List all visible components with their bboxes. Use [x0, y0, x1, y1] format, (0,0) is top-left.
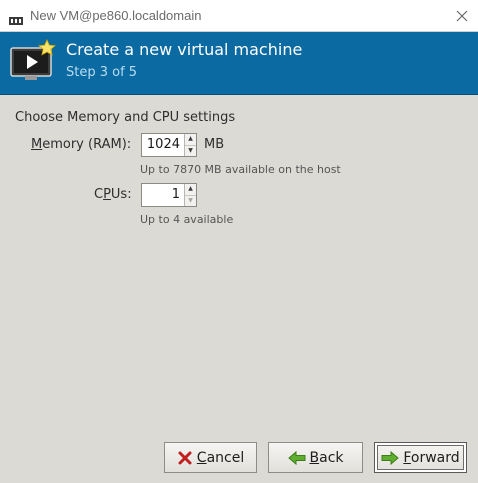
red-x-icon [177, 450, 193, 466]
memory-increment-icon[interactable]: ▲ [185, 134, 196, 146]
close-icon [456, 7, 468, 26]
memory-spinbox[interactable]: 1024 ▲ ▼ [141, 133, 197, 157]
window-titlebar: New VM@pe860.localdomain [0, 0, 478, 32]
memory-unit: MB [204, 137, 225, 152]
memory-label-text: emory (RAM): [42, 137, 132, 152]
cpus-spinbox[interactable]: 1 ▲ ▼ [141, 183, 197, 207]
back-label: Back [310, 450, 344, 466]
cancel-text: ancel [206, 449, 245, 466]
cpus-decrement-icon[interactable]: ▼ [185, 196, 196, 207]
forward-label: Forward [403, 450, 459, 466]
window-title: New VM@pe860.localdomain [30, 8, 202, 23]
cancel-mnemonic: C [196, 449, 207, 466]
memory-value[interactable]: 1024 [142, 134, 184, 156]
section-heading: Choose Memory and CPU settings [15, 110, 236, 125]
cpus-spin-arrows: ▲ ▼ [184, 184, 196, 206]
wizard-header: Create a new virtual machine Step 3 of 5 [0, 32, 478, 95]
back-text: ack [319, 449, 344, 466]
wizard-content: Choose Memory and CPU settings Memory (R… [0, 95, 478, 483]
cpus-label-pre: C [94, 187, 104, 202]
virt-manager-icon [9, 11, 23, 25]
wizard-title: Create a new virtual machine [66, 40, 303, 59]
green-left-arrow-icon [287, 450, 306, 466]
cpus-label-text: Us: [110, 187, 132, 202]
forward-text: orward [410, 449, 460, 466]
memory-hint: Up to 7870 MB available on the host [140, 163, 341, 176]
new-vm-wizard-icon [9, 38, 59, 84]
cpus-label: CPUs: [94, 187, 132, 202]
cpus-label-mnemonic: P [103, 187, 111, 202]
cpus-hint: Up to 4 available [140, 213, 234, 226]
forward-button[interactable]: Forward [374, 442, 467, 473]
cpus-increment-icon[interactable]: ▲ [185, 184, 196, 196]
green-right-arrow-icon [381, 450, 400, 466]
forward-mnemonic: F [403, 449, 411, 466]
back-mnemonic: B [309, 449, 320, 466]
memory-decrement-icon[interactable]: ▼ [185, 146, 196, 157]
memory-spin-arrows: ▲ ▼ [184, 134, 196, 156]
back-button[interactable]: Back [268, 442, 363, 473]
memory-label: Memory (RAM): [31, 137, 131, 152]
cpus-value[interactable]: 1 [142, 184, 184, 206]
memory-label-mnemonic: M [31, 137, 43, 152]
wizard-step-indicator: Step 3 of 5 [66, 65, 138, 80]
cancel-button[interactable]: Cancel [164, 442, 257, 473]
close-window-button[interactable] [452, 6, 472, 26]
cancel-label: Cancel [197, 450, 244, 466]
